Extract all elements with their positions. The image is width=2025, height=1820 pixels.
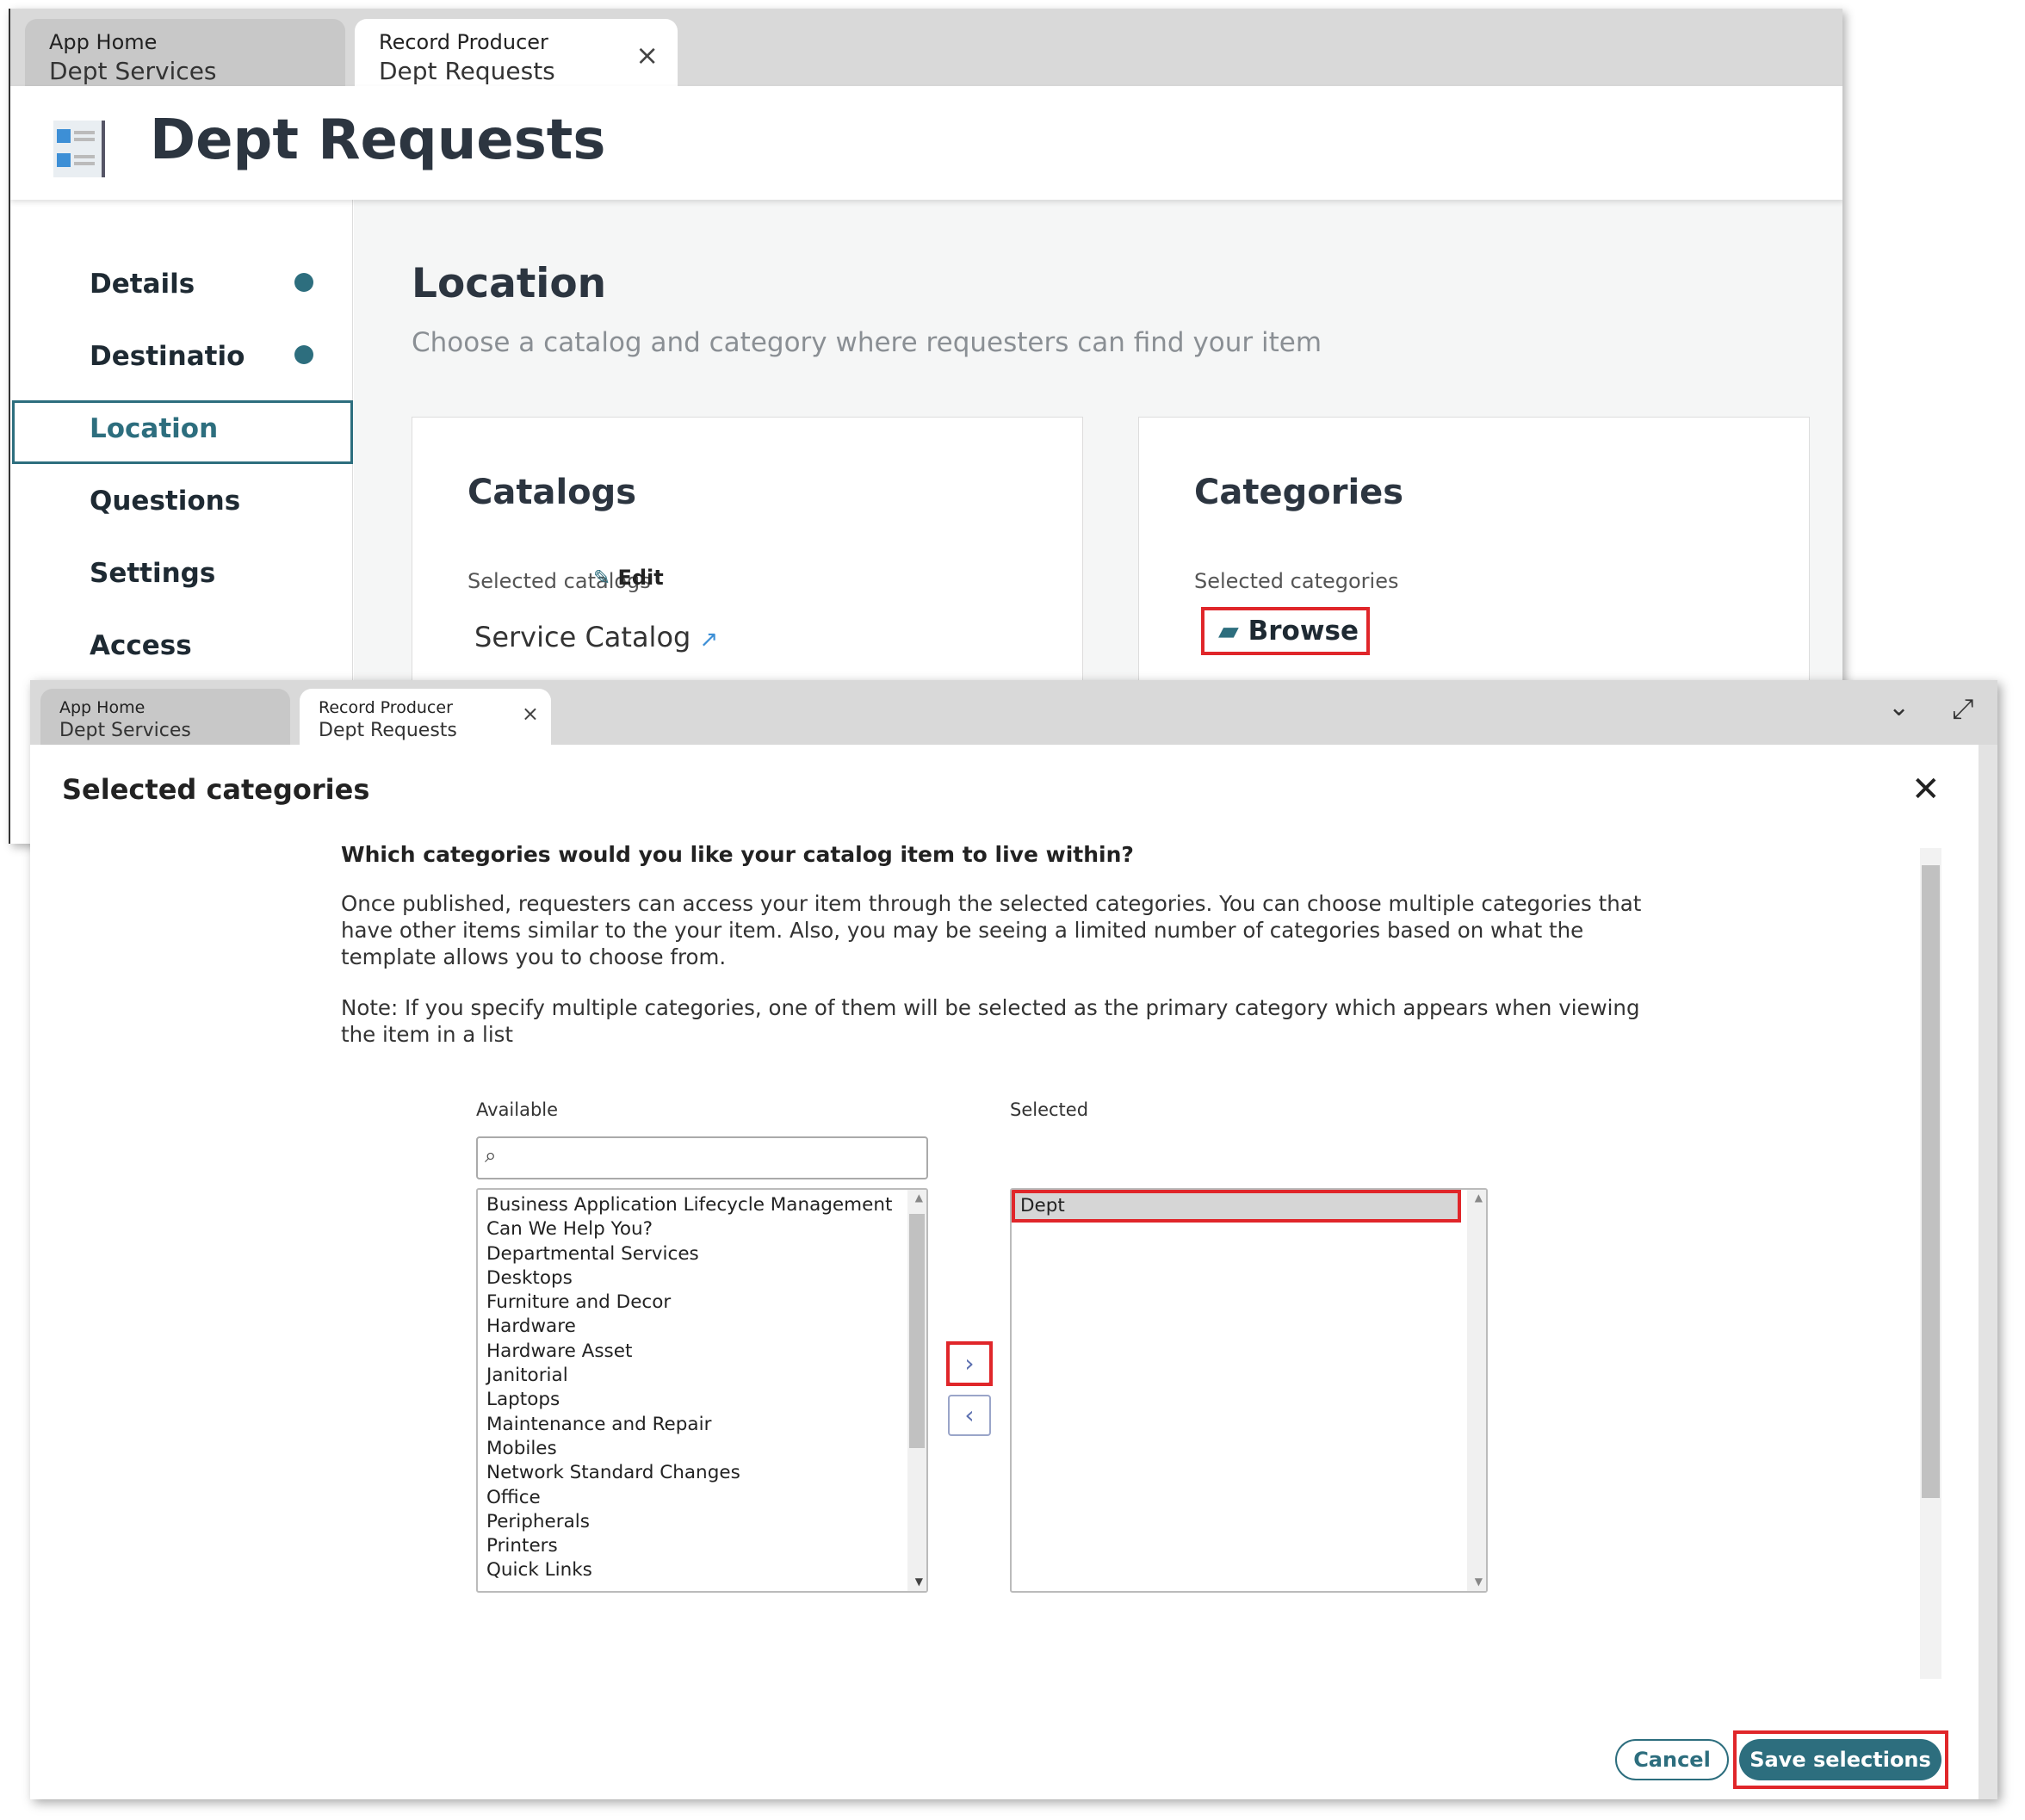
available-item[interactable]: Quick Links <box>478 1558 926 1582</box>
search-input[interactable]: ⌕ <box>476 1136 928 1179</box>
question-text: Which categories would you like your cat… <box>341 842 1134 867</box>
note-text: Note: If you specify multiple categories… <box>341 995 1640 1047</box>
tab-line2: Dept Services <box>49 57 217 86</box>
sidebar-item-label: Settings <box>90 558 216 589</box>
tab-app-home[interactable]: App Home Dept Services <box>40 689 290 745</box>
description-text: Once published, requesters can access yo… <box>341 891 1642 969</box>
tab-line2: Dept Services <box>59 719 191 741</box>
available-item[interactable]: Peripherals <box>478 1510 926 1534</box>
sidebar-item-questions[interactable]: Questions <box>90 486 240 517</box>
selected-item-dept[interactable]: Dept <box>1012 1190 1461 1223</box>
sidebar-item-destination[interactable]: Destinatio <box>90 341 245 372</box>
card-title: Catalogs <box>468 473 637 512</box>
available-item[interactable]: Hardware <box>478 1315 926 1339</box>
selected-categories-modal: App Home Dept Services Record Producer D… <box>30 680 1997 1799</box>
cancel-button[interactable]: Cancel <box>1615 1739 1729 1780</box>
external-link-icon: ↗ <box>699 627 719 653</box>
tab-bar: App Home Dept Services Record Producer D… <box>10 9 1842 88</box>
tab-line1: Record Producer <box>379 30 548 54</box>
available-item[interactable]: Office <box>478 1486 926 1510</box>
card-title: Categories <box>1194 473 1404 512</box>
selected-label: Selected <box>1010 1099 1089 1120</box>
available-item[interactable]: Departmental Services <box>478 1242 926 1266</box>
available-label: Available <box>476 1099 559 1120</box>
available-item[interactable]: Network Standard Changes <box>478 1461 926 1485</box>
selected-categories-label: Selected categories <box>1194 569 1399 593</box>
window-scrollbar[interactable] <box>1979 745 1997 1799</box>
catalog-link[interactable]: Service Catalog ↗ <box>474 621 718 653</box>
search-field[interactable] <box>512 1145 917 1171</box>
tab-record-producer[interactable]: Record Producer Dept Requests × <box>355 19 678 88</box>
remove-button[interactable]: ‹ <box>948 1395 991 1436</box>
sidebar-item-label: Location <box>90 413 219 444</box>
modal-tab-bar: App Home Dept Services Record Producer D… <box>30 680 1997 745</box>
close-icon[interactable]: ✕ <box>1911 770 1941 809</box>
tab-line1: App Home <box>59 698 146 717</box>
available-item[interactable]: Janitorial <box>478 1364 926 1388</box>
available-item[interactable]: Can We Help You? <box>478 1217 926 1241</box>
available-item[interactable]: Hardware Asset <box>478 1340 926 1364</box>
modal-scrollbar[interactable] <box>1920 848 1941 1679</box>
tab-line1: App Home <box>49 30 158 54</box>
pencil-icon: ✎ <box>593 566 611 590</box>
available-item[interactable]: Furniture and Decor <box>478 1291 926 1315</box>
highlight-box <box>946 1341 993 1386</box>
modal-title: Selected categories <box>62 773 370 806</box>
scrollbar-thumb[interactable] <box>909 1214 925 1448</box>
sidebar-item-label: Details <box>90 269 195 300</box>
sidebar-item-details[interactable]: Details <box>90 269 195 300</box>
scroll-down-icon[interactable]: ▼ <box>1475 1575 1483 1588</box>
available-item[interactable]: Maintenance and Repair <box>478 1413 926 1437</box>
complete-dot-icon <box>294 273 313 292</box>
edit-label: Edit <box>617 566 664 590</box>
highlight-box <box>1733 1730 1948 1789</box>
selected-scrollbar[interactable] <box>1467 1190 1486 1591</box>
browse-label: Browse <box>1248 616 1359 647</box>
page-title: Dept Requests <box>150 108 606 172</box>
edit-button[interactable]: ✎ Edit <box>593 566 664 590</box>
available-list[interactable]: Business Application Lifecycle Managemen… <box>476 1188 928 1593</box>
scrollbar-thumb[interactable] <box>1922 865 1940 1498</box>
sidebar-item-label: Access <box>90 630 192 661</box>
tab-line1: Record Producer <box>319 698 453 717</box>
section-subtitle: Choose a catalog and category where requ… <box>412 327 1322 358</box>
scroll-up-icon[interactable]: ▲ <box>915 1192 923 1204</box>
scroll-up-icon[interactable]: ▲ <box>1475 1192 1483 1204</box>
tab-line2: Dept Requests <box>379 57 555 86</box>
header: Dept Requests <box>10 86 1842 200</box>
available-item[interactable]: Printers <box>478 1534 926 1558</box>
search-icon: ⌕ <box>485 1143 497 1167</box>
close-tab-icon[interactable]: × <box>635 38 659 74</box>
tab-record-producer[interactable]: Record Producer Dept Requests × <box>300 689 551 745</box>
scroll-down-icon[interactable]: ▼ <box>915 1575 923 1588</box>
sidebar-item-settings[interactable]: Settings <box>90 558 215 589</box>
sidebar-item-access[interactable]: Access <box>90 630 192 661</box>
available-item[interactable]: Laptops <box>478 1388 926 1412</box>
browse-button[interactable]: ▰ Browse <box>1201 607 1370 655</box>
available-item[interactable]: Business Application Lifecycle Managemen… <box>478 1193 926 1217</box>
checklist-icon <box>53 121 105 177</box>
tab-app-home[interactable]: App Home Dept Services <box>25 19 345 86</box>
selected-list[interactable]: Dept ▲ ▼ <box>1010 1188 1488 1593</box>
sidebar-item-label: Destinatio <box>90 341 245 372</box>
chevron-down-icon[interactable]: ⌄ <box>1888 692 1910 722</box>
complete-dot-icon <box>294 345 313 364</box>
close-tab-icon[interactable]: × <box>522 701 539 727</box>
sidebar-item-label: Questions <box>90 486 241 517</box>
available-item[interactable]: Mobiles <box>478 1437 926 1461</box>
section-title: Location <box>412 260 607 307</box>
catalog-name: Service Catalog <box>474 621 691 653</box>
tab-line2: Dept Requests <box>319 719 457 741</box>
available-item[interactable]: Desktops <box>478 1266 926 1291</box>
folder-icon: ▰ <box>1218 616 1239 647</box>
expand-icon[interactable]: ⤢ <box>1952 692 1974 726</box>
selected-item-label: Dept <box>1020 1195 1065 1216</box>
